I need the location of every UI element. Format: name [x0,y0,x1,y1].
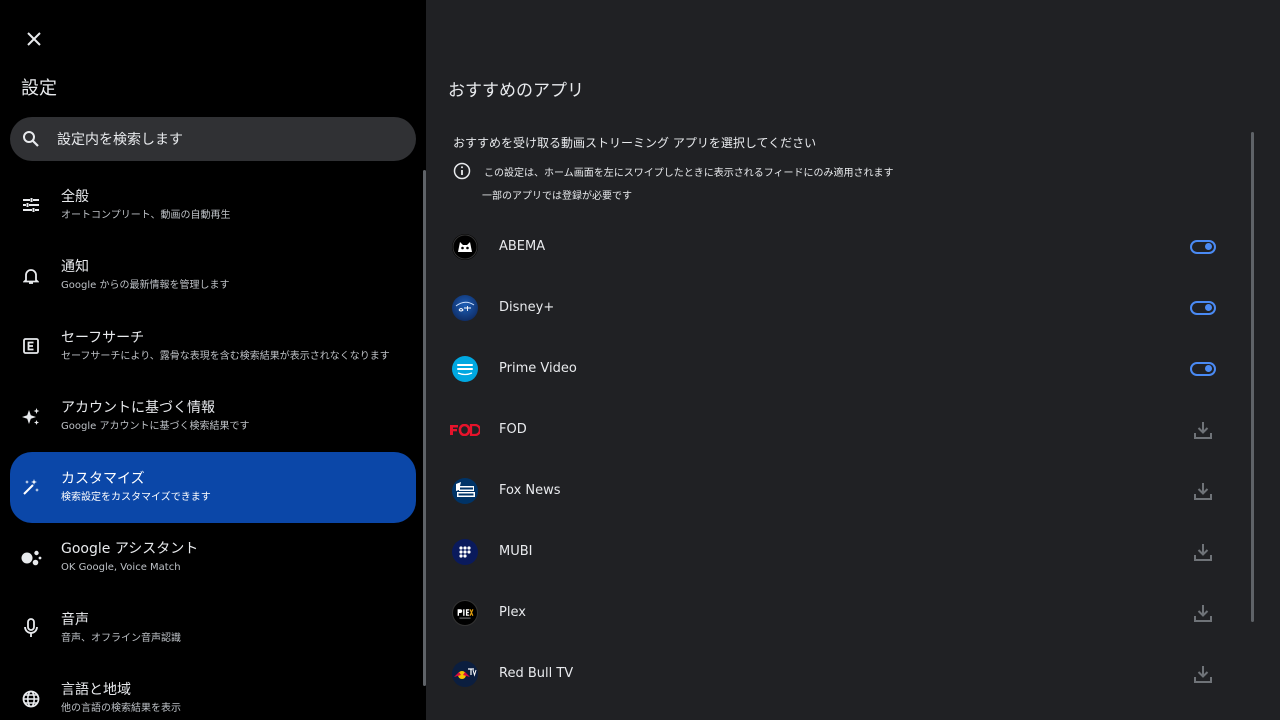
panel-title: おすすめのアプリ [448,81,584,101]
download-icon [1194,665,1212,683]
nav-item-subtitle: 検索設定をカスタマイズできます [61,491,211,503]
nav-item-subtitle: Google アカウントに基づく検索結果です [61,421,250,433]
app-name: Prime Video [499,361,577,376]
nav-item-subtitle: オートコンプリート、動画の自動再生 [61,209,231,221]
app-toggle[interactable] [1190,359,1216,379]
nav-item-title: 音声 [61,611,89,628]
app-row-abema[interactable]: ABEMA [446,216,1246,277]
download-icon [1194,421,1212,439]
search-icon [21,129,41,149]
app-toggle[interactable] [1190,237,1216,257]
app-name: FOD [499,422,527,437]
registration-note: 一部のアプリでは登録が必要です [482,191,632,202]
toggle-on-icon [1190,300,1216,315]
nav-item-subtitle: セーフサーチにより、露骨な表現を含む検索結果が表示されなくなります [61,350,390,362]
app-row-fod[interactable]: FOD [446,399,1246,460]
prime-video-logo-icon [452,355,478,382]
app-download-button[interactable] [1190,542,1216,562]
nav-item-notifications[interactable]: 通知 Google からの最新情報を管理します [10,241,416,312]
nav-item-voice[interactable]: 音声 音声、オフライン音声認識 [10,593,416,664]
nav-item-general[interactable]: 全般 オートコンプリート、動画の自動再生 [10,170,416,241]
search-placeholder: 設定内を検索します [57,132,183,148]
app-name: Red Bull TV [499,666,574,681]
nav-item-subtitle: Google からの最新情報を管理します [61,280,230,292]
nav-item-subtitle: 音声、オフライン音声認識 [61,632,181,644]
nav-item-subtitle: 他の言語の検索結果を表示 [61,703,181,715]
nav-item-customize[interactable]: カスタマイズ 検索設定をカスタマイズできます [10,452,416,523]
tune-icon [20,194,42,216]
close-icon [27,32,41,46]
fod-logo-icon [450,417,480,443]
nav-item-title: 言語と地域 [61,682,131,699]
app-row-red-bull-tv[interactable]: Red Bull TV [446,643,1246,704]
globe-icon [20,688,42,710]
info-icon [453,162,471,180]
red-bull-tv-logo-icon [452,660,478,687]
plex-logo-icon [452,599,478,626]
disney-plus-logo-icon [452,294,478,321]
app-row-mubi[interactable]: MUBI [446,521,1246,582]
app-download-button[interactable] [1190,420,1216,440]
nav-item-account-info[interactable]: アカウントに基づく情報 Google アカウントに基づく検索結果です [10,382,416,453]
recommended-apps-panel: おすすめのアプリ おすすめを受け取る動画ストリーミング アプリを選択してください… [426,0,1280,720]
toggle-on-icon [1190,361,1216,376]
nav-item-title: カスタマイズ [61,470,145,487]
app-download-button[interactable] [1190,603,1216,623]
download-icon [1194,543,1212,561]
app-name: Disney+ [499,300,555,315]
app-row-prime-video[interactable]: Prime Video [446,338,1246,399]
close-button[interactable] [22,27,46,51]
nav-item-safesearch[interactable]: セーフサーチ セーフサーチにより、露骨な表現を含む検索結果が表示されなくなります [10,311,416,382]
assistant-icon [20,547,42,569]
app-name: MUBI [499,544,533,559]
nav-item-language[interactable]: 言語と地域 他の言語の検索結果を表示 [10,664,416,720]
mubi-logo-icon [452,538,478,565]
app-row-plex[interactable]: Plex [446,582,1246,643]
magic-wand-icon [20,476,42,498]
bell-icon [20,265,42,287]
download-icon [1194,604,1212,622]
explicit-icon [20,335,42,357]
nav-item-title: Google アシスタント [61,541,199,558]
panel-description: おすすめを受け取る動画ストリーミング アプリを選択してください [453,136,817,150]
fox-news-logo-icon [452,477,478,504]
nav-item-assistant[interactable]: Google アシスタント OK Google, Voice Match [10,523,416,594]
app-name: ABEMA [499,239,546,254]
app-download-button[interactable] [1190,481,1216,501]
panel-scrollbar[interactable] [1251,132,1254,622]
app-toggle[interactable] [1190,298,1216,318]
app-row-disney-plus[interactable]: Disney+ [446,277,1246,338]
app-name: Fox News [499,483,561,498]
settings-title: 設定 [21,78,57,99]
settings-sidebar: 設定 設定内を検索します 全般 オートコンプリート、動画の自動再生 通知 Goo… [0,0,426,720]
app-list: ABEMA Disney+ Prime Video FOD Fox News M… [446,216,1246,704]
app-download-button[interactable] [1190,664,1216,684]
nav-item-title: アカウントに基づく情報 [61,400,215,417]
settings-search[interactable]: 設定内を検索します [10,117,416,161]
toggle-on-icon [1190,239,1216,254]
download-icon [1194,482,1212,500]
info-text: この設定は、ホーム画面を左にスワイプしたときに表示されるフィードにのみ適用されま… [484,167,894,179]
settings-nav: 全般 オートコンプリート、動画の自動再生 通知 Google からの最新情報を管… [10,170,416,720]
info-row: この設定は、ホーム画面を左にスワイプしたときに表示されるフィードにのみ適用されま… [453,162,894,180]
mic-icon [20,617,42,639]
nav-item-subtitle: OK Google, Voice Match [61,562,181,574]
nav-item-title: 通知 [61,259,89,276]
nav-item-title: セーフサーチ [61,329,145,346]
sparkle-icon [20,406,42,428]
app-row-fox-news[interactable]: Fox News [446,460,1246,521]
nav-item-title: 全般 [61,188,89,205]
app-name: Plex [499,605,526,620]
abema-logo-icon [452,233,478,260]
